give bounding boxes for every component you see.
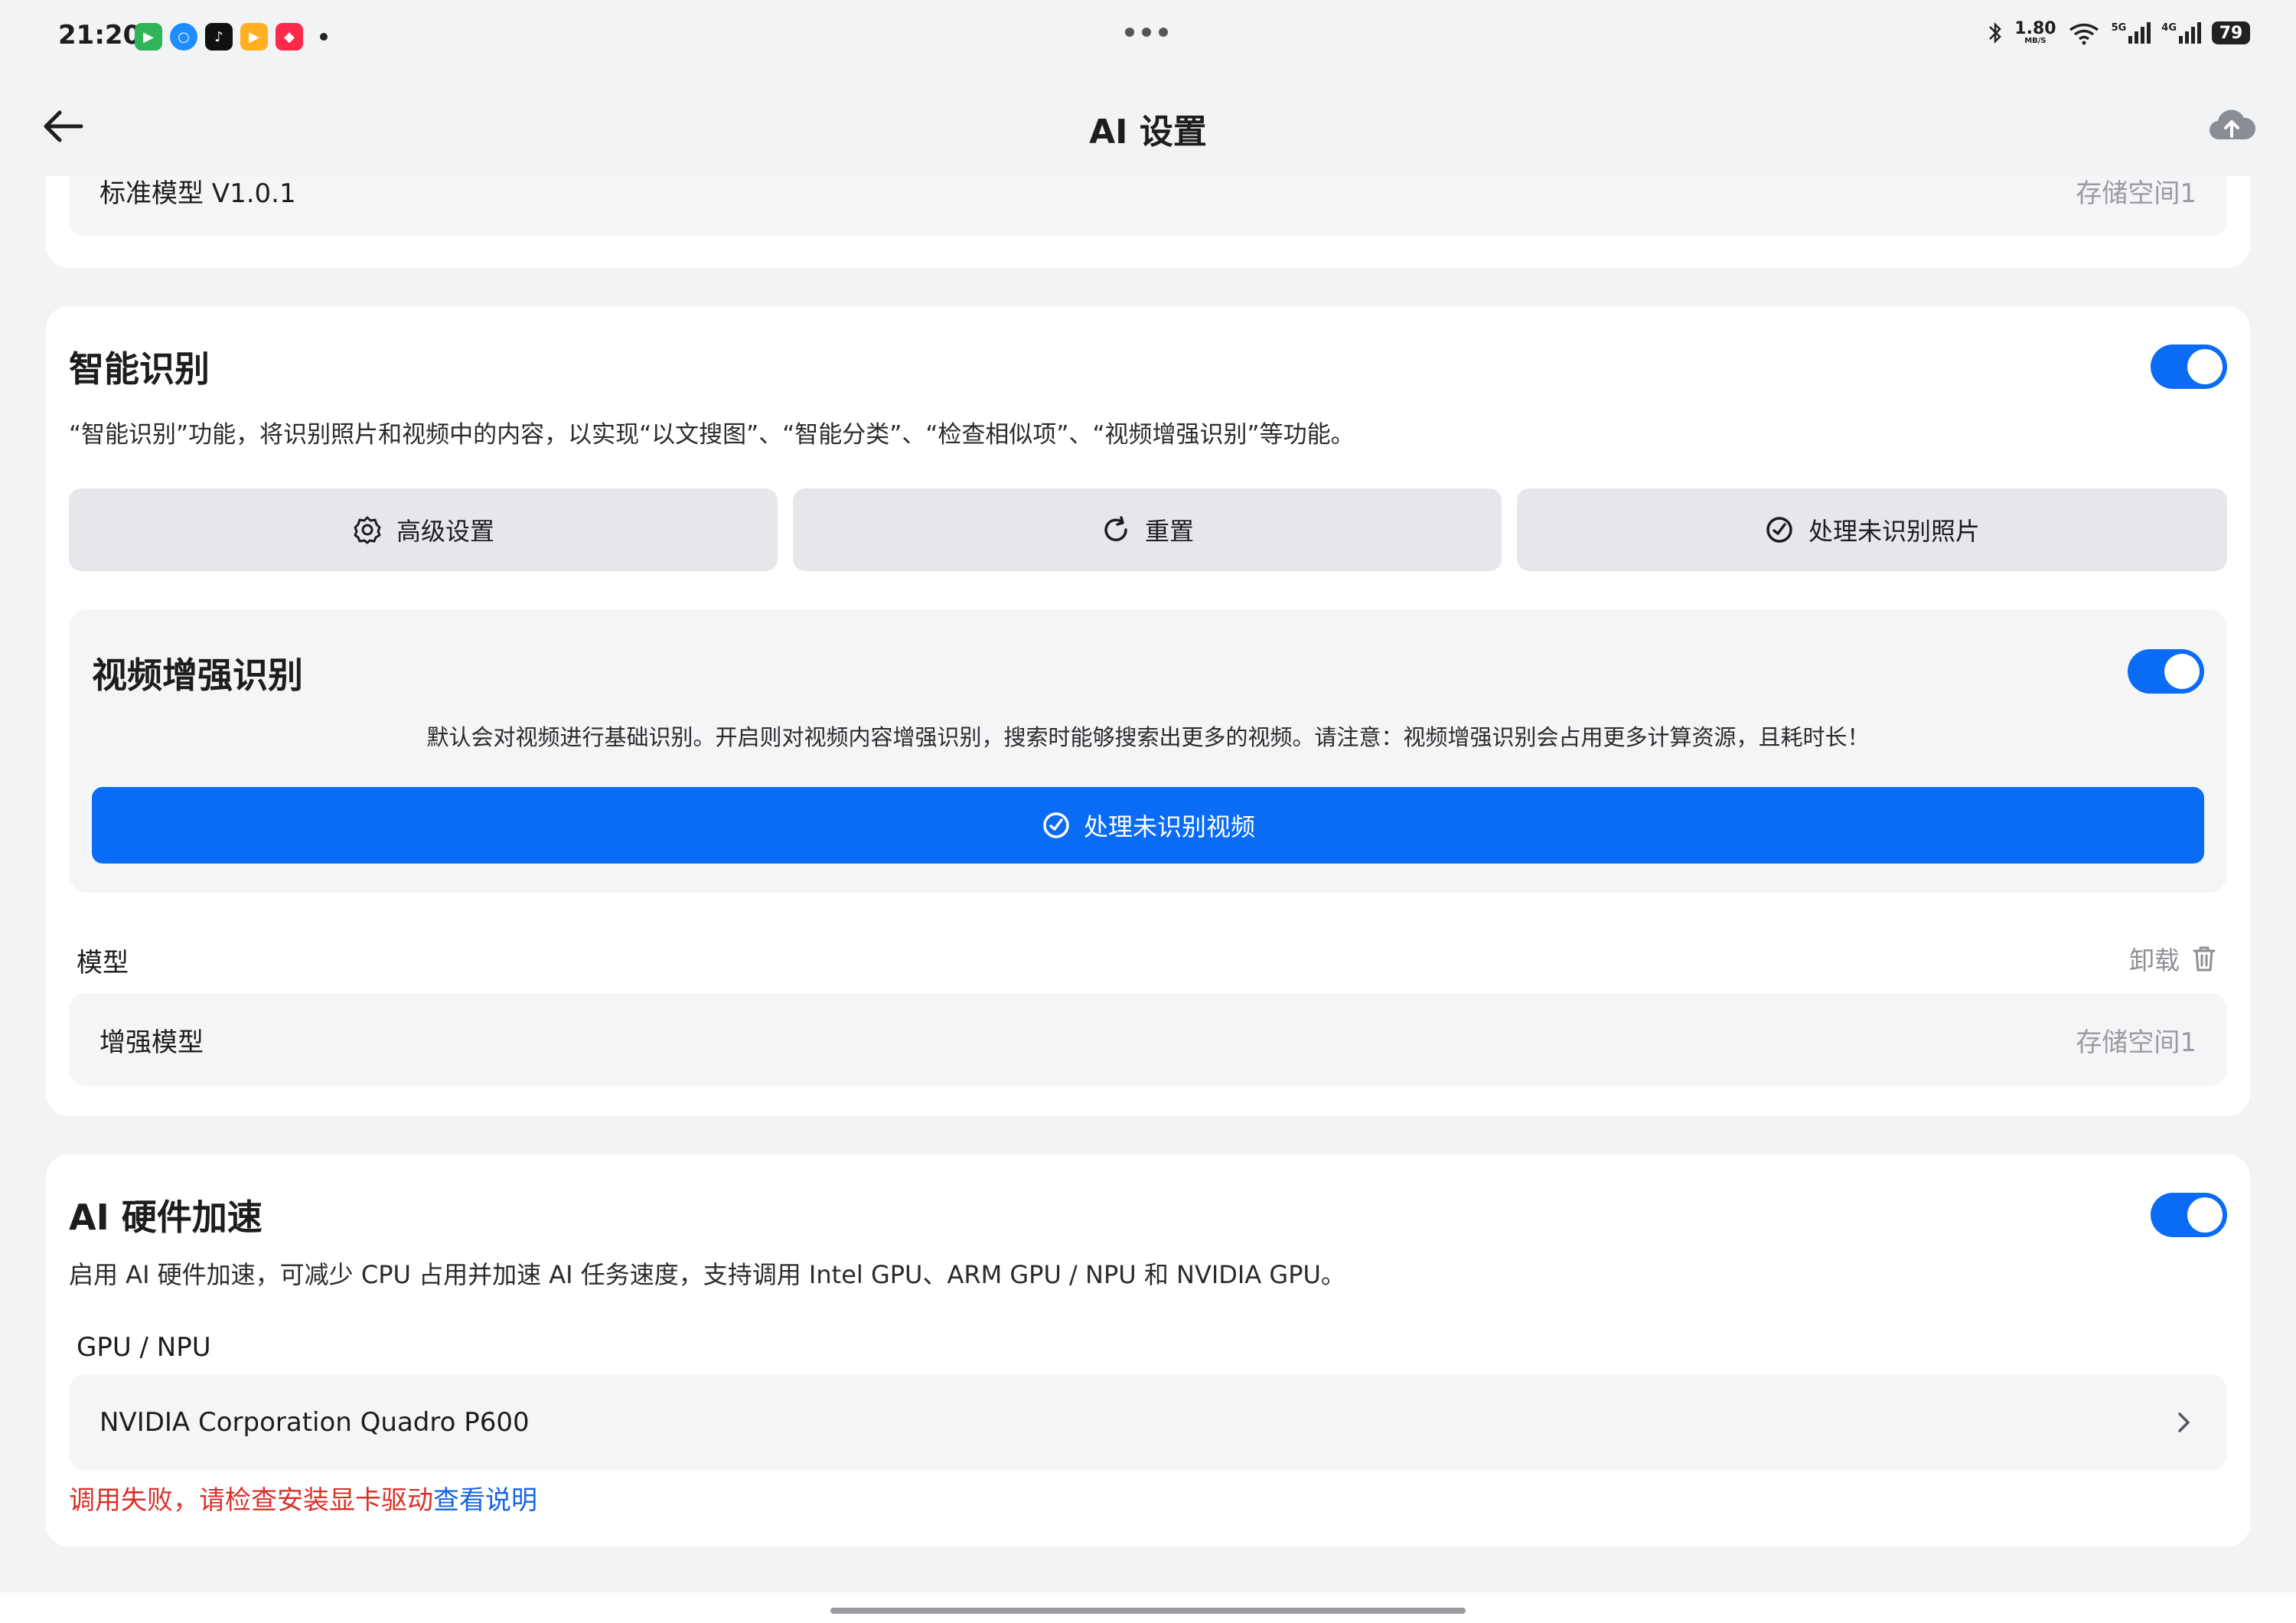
hardware-accel-toggle[interactable] — [2151, 1193, 2227, 1237]
app-notification-icon: ▶ — [135, 23, 162, 51]
hardware-accel-title: AI 硬件加速 — [69, 1197, 263, 1238]
more-notifications-dot — [320, 33, 328, 41]
advanced-settings-label: 高级设置 — [396, 517, 494, 546]
uninstall-button[interactable]: 卸载 — [2129, 940, 2219, 977]
enhanced-model-name: 增强模型 — [99, 1027, 204, 1058]
toggle-knob — [2187, 349, 2223, 384]
gpu-selector[interactable]: NVIDIA Corporation Quadro P600 — [69, 1375, 2227, 1470]
status-bar: 21:20 ▶ ○ ♪ ▶ ◆ 1.80 MB/S 5G 4G 79 — [0, 0, 2296, 77]
uninstall-label: 卸载 — [2129, 945, 2180, 975]
page-title: AI 设置 — [1089, 113, 1207, 152]
notification-icons: ▶ ○ ♪ ▶ ◆ — [135, 23, 328, 51]
refresh-icon — [1104, 516, 1127, 541]
cloud-upload-button[interactable] — [2207, 104, 2256, 147]
smart-recognition-toggle[interactable] — [2151, 345, 2227, 389]
app-header: AI 设置 — [0, 77, 2296, 176]
status-time: 21:20 — [58, 20, 142, 51]
shopping-app-notification-icon: ◆ — [276, 23, 303, 51]
video-enhanced-toggle[interactable] — [2128, 649, 2204, 694]
video-app-notification-icon: ▶ — [240, 23, 268, 51]
process-photos-label: 处理未识别照片 — [1808, 517, 1980, 546]
cloud-upload-icon — [2209, 109, 2256, 140]
signal-4g-icon: 4G — [2161, 22, 2201, 44]
toggle-knob — [2187, 1197, 2223, 1233]
signal-5g-icon: 5G — [2112, 22, 2151, 44]
home-indicator[interactable] — [830, 1608, 1466, 1614]
driver-error-message: 调用失败，请检查安装显卡驱动查看说明 — [69, 1479, 537, 1517]
wifi-icon — [2069, 23, 2099, 45]
toggle-knob — [2164, 654, 2200, 689]
model-label: 模型 — [77, 948, 129, 978]
chevron-right-icon — [2178, 1412, 2190, 1432]
hardware-accel-description: 启用 AI 硬件加速，可减少 CPU 占用并加速 AI 任务速度，支持调用 In… — [69, 1260, 1345, 1289]
gauge-check-icon — [1043, 812, 1069, 838]
reset-label: 重置 — [1144, 517, 1194, 546]
gear-icon — [354, 516, 381, 544]
process-videos-label: 处理未识别视频 — [1083, 812, 1255, 841]
enhanced-model-row[interactable]: 增强模型 存储空间1 — [69, 994, 2227, 1086]
reset-button[interactable]: 重置 — [793, 488, 1502, 571]
multiwindow-handle[interactable] — [1125, 28, 1168, 37]
driver-error-text: 调用失败，请检查安装显卡驱动 — [69, 1485, 433, 1516]
gauge-check-icon — [1766, 517, 1792, 543]
advanced-settings-button[interactable]: 高级设置 — [69, 488, 778, 571]
browser-notification-icon: ○ — [170, 23, 197, 51]
process-unrecognized-videos-button[interactable]: 处理未识别视频 — [92, 787, 2204, 864]
video-enhanced-recognition-panel: 视频增强识别 默认会对视频进行基础识别。开启则对视频内容增强识别，搜索时能够搜索… — [69, 609, 2227, 893]
trash-icon — [2193, 946, 2216, 972]
tiktok-notification-icon: ♪ — [205, 23, 233, 51]
standard-model-name: 标准模型 V1.0.1 — [99, 178, 296, 209]
gpu-npu-label: GPU / NPU — [77, 1332, 211, 1363]
video-enhanced-title: 视频增强识别 — [92, 655, 303, 696]
status-icons: 1.80 MB/S 5G 4G 79 — [1987, 20, 2250, 46]
smart-recognition-description: “智能识别”功能，将识别照片和视频中的内容，以实现“以文搜图”、“智能分类”、“… — [69, 421, 1355, 449]
process-unrecognized-photos-button[interactable]: 处理未识别照片 — [1517, 488, 2227, 571]
net-speed: 1.80 MB/S — [2014, 19, 2056, 45]
video-enhanced-description: 默认会对视频进行基础识别。开启则对视频内容增强识别，搜索时能够搜索出更多的视频。… — [426, 724, 1870, 750]
gesture-bar-area — [0, 1592, 2296, 1623]
enhanced-model-storage: 存储空间1 — [2076, 1027, 2197, 1058]
battery-indicator: 79 — [2212, 21, 2250, 44]
smart-recognition-title: 智能识别 — [69, 348, 210, 390]
hardware-acceleration-card: AI 硬件加速 启用 AI 硬件加速，可减少 CPU 占用并加速 AI 任务速度… — [46, 1154, 2250, 1546]
view-instructions-link[interactable]: 查看说明 — [433, 1485, 537, 1516]
standard-model-storage: 存储空间1 — [2076, 178, 2197, 209]
gpu-selected-value: NVIDIA Corporation Quadro P600 — [99, 1407, 530, 1438]
smart-recognition-card: 智能识别 “智能识别”功能，将识别照片和视频中的内容，以实现“以文搜图”、“智能… — [46, 306, 2250, 1116]
bluetooth-icon — [1989, 21, 2002, 44]
